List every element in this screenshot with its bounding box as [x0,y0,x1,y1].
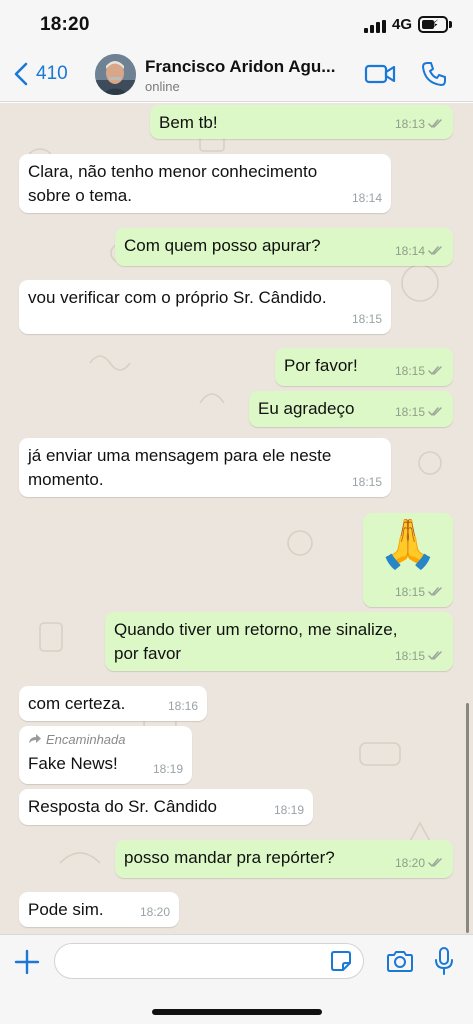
message-time: 18:19 [152,762,183,776]
message-meta: 18:15 [395,359,444,383]
message-text: Clara, não tenho menor conhecimento sobr… [28,162,318,205]
message-time: 18:15 [351,475,382,489]
incoming-message-bubble[interactable]: com certeza. 18:16 [19,686,207,721]
message-meta: 18:20 [140,900,170,924]
outgoing-message-bubble[interactable]: Bem tb! 18:13 [150,105,453,139]
double-check-icon [428,587,444,597]
message-meta: 18:15 [352,470,382,494]
message-time: 18:14 [394,244,425,258]
message-meta: 18:14 [352,186,382,210]
avatar[interactable] [95,54,136,95]
double-check-icon [428,119,444,129]
status-bar: 18:20 4G ⚡ [0,0,473,48]
message-time: 18:15 [394,405,425,419]
double-check-icon [428,858,444,868]
message-time: 18:13 [394,117,425,131]
double-check-icon [428,651,444,661]
outgoing-message-bubble[interactable]: Eu agradeço 18:15 [249,391,453,427]
message-meta: 18:15 [395,644,444,668]
unread-count: 410 [36,63,68,84]
status-time: 18:20 [40,14,90,35]
double-check-icon [428,246,444,256]
message-time: 18:15 [394,364,425,378]
incoming-message-bubble[interactable]: Resposta do Sr. Cândido 18:19 [19,789,313,825]
forwarded-label: Encaminhada [28,732,183,748]
chat-header: 410 Francisco Aridon Agu... online [0,48,473,102]
message-input[interactable] [54,943,364,979]
contact-name[interactable]: Francisco Aridon Agu... [145,57,355,77]
input-bar [0,934,473,1024]
message-meta: 18:15 [352,307,382,331]
camera-icon[interactable] [386,949,414,973]
message-meta: 18:15 [395,400,444,424]
incoming-message-bubble[interactable]: Encaminhada Fake News! 18:19 [19,726,192,784]
message-time: 18:15 [394,585,425,599]
message-time: 18:15 [394,649,425,663]
double-check-icon [428,366,444,376]
forward-arrow-icon [28,732,42,748]
message-meta: 18:19 [274,798,304,822]
forwarded-text: Encaminhada [46,732,126,747]
message-time: 18:14 [351,191,382,205]
message-meta: 18:20 [395,851,444,875]
message-time: 18:20 [139,905,170,919]
microphone-icon[interactable] [434,946,454,976]
message-meta: 18:19 [153,757,183,781]
video-camera-icon[interactable] [364,62,396,86]
message-meta: 18:14 [395,239,444,263]
incoming-message-bubble[interactable]: Pode sim. 18:20 [19,892,179,927]
message-time: 18:16 [167,699,198,713]
message-text: vou verificar com o próprio Sr. Cândido. [28,288,327,307]
outgoing-message-bubble[interactable]: posso mandar pra repórter? 18:20 [115,840,453,878]
chevron-left-icon [14,62,28,86]
message-time: 18:15 [351,312,382,326]
message-text: já enviar uma mensagem para ele neste mo… [28,446,332,489]
scroll-indicator[interactable] [466,703,469,933]
outgoing-message-bubble[interactable]: Por favor! 18:15 [275,348,453,386]
plus-icon[interactable] [14,949,40,975]
outgoing-message-bubble[interactable]: Quando tiver um retorno, me sinalize, po… [105,612,453,671]
message-text: Resposta do Sr. Cândido [28,797,218,816]
emoji-message: 🙏 [378,518,438,571]
avatar-photo [95,54,136,95]
message-time: 18:20 [394,856,425,870]
message-meta: 18:13 [395,112,444,136]
sticker-icon[interactable] [330,950,352,972]
incoming-message-bubble[interactable]: já enviar uma mensagem para ele neste mo… [19,438,391,497]
contact-status: online [145,79,180,94]
incoming-message-bubble[interactable]: vou verificar com o próprio Sr. Cândido.… [19,280,391,334]
battery-icon: ⚡ [418,16,448,33]
double-check-icon [428,407,444,417]
battery-tip [449,21,452,28]
outgoing-message-bubble[interactable]: Com quem posso apurar? 18:14 [115,228,453,266]
network-type: 4G [392,16,413,33]
chat-area[interactable]: Bem tb! 18:13 Clara, não tenho menor conhe… [0,103,473,934]
outgoing-message-bubble[interactable]: 🙏 18:15 [363,513,453,607]
back-button[interactable]: 410 [14,60,68,88]
signal-strength-icon [364,20,386,33]
message-meta: 18:16 [168,694,198,718]
home-indicator [152,1009,322,1015]
phone-icon[interactable] [421,61,447,87]
message-meta: 18:15 [395,580,444,604]
message-time: 18:19 [273,803,304,817]
incoming-message-bubble[interactable]: Clara, não tenho menor conhecimento sobr… [19,154,391,213]
